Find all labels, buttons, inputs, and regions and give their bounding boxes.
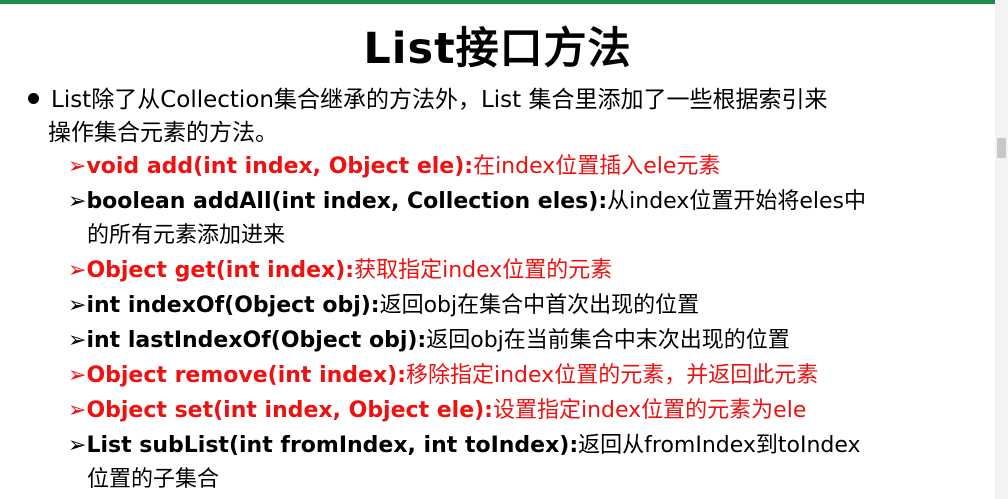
arrow-bullet-icon: ➢ <box>68 363 87 388</box>
arrow-bullet-icon: ➢ <box>68 258 87 283</box>
arrow-bullet-icon: ➢ <box>68 328 87 353</box>
method-signature: int lastIndexOf(Object obj): <box>86 328 427 353</box>
method-description: 返回obj在集合中首次出现的位置 <box>379 293 700 318</box>
method-description-continued: 位置的子集合 <box>87 467 220 492</box>
bullet-dot-icon <box>28 93 39 104</box>
method-item: ➢Object get(int index):获取指定index位置的元素 <box>68 254 938 288</box>
arrow-bullet-icon: ➢ <box>68 398 87 423</box>
intro-text-1: List除了从Collection集合继承的方法外，List 集合里添加了一些根… <box>51 87 828 113</box>
method-description: 获取指定index位置的元素 <box>354 258 613 283</box>
page-title: List接口方法 <box>363 24 632 74</box>
method-list: ➢void add(int index, Object ele):在index位… <box>68 150 938 498</box>
method-signature: List subList(int fromIndex, int toIndex)… <box>86 433 579 458</box>
method-signature: boolean addAll(int index, Collection ele… <box>86 189 608 214</box>
scrollbar-thumb[interactable] <box>997 138 1006 158</box>
method-description: 返回obj在当前集合中末次出现的位置 <box>426 328 790 353</box>
method-signature: Object get(int index): <box>86 258 355 283</box>
method-signature: Object remove(int index): <box>86 363 406 388</box>
arrow-bullet-icon: ➢ <box>68 293 87 318</box>
intro-paragraph: List除了从Collection集合继承的方法外，List 集合里添加了一些根… <box>28 84 928 150</box>
method-description: 移除指定index位置的元素，并返回此元素 <box>406 363 819 388</box>
method-item: ➢int indexOf(Object obj):返回obj在集合中首次出现的位… <box>68 289 938 323</box>
arrow-bullet-icon: ➢ <box>68 154 87 179</box>
method-item: ➢List subList(int fromIndex, int toIndex… <box>68 429 938 497</box>
method-item: ➢int lastIndexOf(Object obj):返回obj在当前集合中… <box>68 324 938 358</box>
top-rule <box>0 0 995 4</box>
arrow-bullet-icon: ➢ <box>68 433 87 458</box>
method-description-continued: 的所有元素添加进来 <box>87 223 286 248</box>
arrow-bullet-icon: ➢ <box>68 189 87 214</box>
method-signature: void add(int index, Object ele): <box>86 154 474 179</box>
intro-line-1: List除了从Collection集合继承的方法外，List 集合里添加了一些根… <box>28 84 928 117</box>
method-signature: Object set(int index, Object ele): <box>86 398 493 423</box>
vertical-scrollbar[interactable] <box>995 0 1008 499</box>
method-item: ➢boolean addAll(int index, Collection el… <box>68 185 938 253</box>
method-description: 返回从fromIndex到toIndex <box>578 433 861 458</box>
method-description: 在index位置插入ele元素 <box>473 154 721 179</box>
method-signature: int indexOf(Object obj): <box>86 293 380 318</box>
method-item: ➢void add(int index, Object ele):在index位… <box>68 150 938 184</box>
method-item: ➢Object set(int index, Object ele):设置指定i… <box>68 394 938 428</box>
method-description: 设置指定index位置的元素为ele <box>492 398 807 423</box>
method-description: 从index位置开始将eles中 <box>607 189 866 214</box>
intro-line-2: 操作集合元素的方法。 <box>48 120 278 146</box>
method-item: ➢Object remove(int index):移除指定index位置的元素… <box>68 359 938 393</box>
